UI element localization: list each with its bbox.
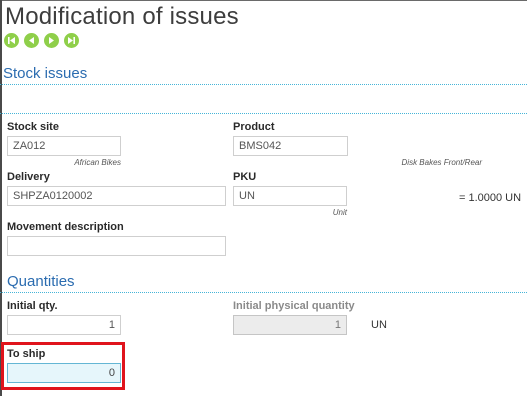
stock-site-description: African Bikes (74, 158, 121, 167)
section-divider (0, 84, 527, 85)
pku-label: PKU (233, 171, 257, 183)
next-icon[interactable] (44, 33, 59, 48)
section-divider (0, 292, 527, 293)
section-title-stock-issues: Stock issues (3, 65, 88, 82)
initial-physical-quantity-unit: UN (371, 319, 387, 331)
initial-physical-quantity-label: Initial physical quantity (233, 300, 355, 312)
stock-site-label: Stock site (7, 121, 59, 133)
stock-site-field[interactable]: ZA012 (7, 136, 121, 156)
initial-physical-quantity-field: 1 (233, 315, 347, 335)
record-navigation (4, 33, 79, 48)
last-icon[interactable] (64, 33, 79, 48)
product-description: Disk Bakes Front/Rear (401, 158, 482, 167)
pku-conversion: = 1.0000 UN (459, 192, 522, 204)
window-left-border (0, 0, 2, 396)
movement-description-label: Movement description (7, 221, 124, 233)
delivery-field[interactable]: SHPZA0120002 (7, 186, 226, 206)
to-ship-highlight-box (1, 342, 125, 390)
window-top-border (0, 0, 527, 1)
pku-field[interactable]: UN (233, 186, 347, 206)
product-label: Product (233, 121, 275, 133)
previous-icon[interactable] (24, 33, 39, 48)
pku-description: Unit (332, 208, 347, 217)
section-divider (0, 113, 527, 114)
delivery-label: Delivery (7, 171, 50, 183)
page-title: Modification of issues (5, 3, 239, 30)
initial-qty-field[interactable]: 1 (7, 315, 121, 335)
product-field[interactable]: BMS042 (233, 136, 348, 156)
movement-description-field[interactable] (7, 236, 226, 256)
section-title-quantities: Quantities (7, 273, 75, 290)
initial-qty-label: Initial qty. (7, 300, 58, 312)
first-icon[interactable] (4, 33, 19, 48)
